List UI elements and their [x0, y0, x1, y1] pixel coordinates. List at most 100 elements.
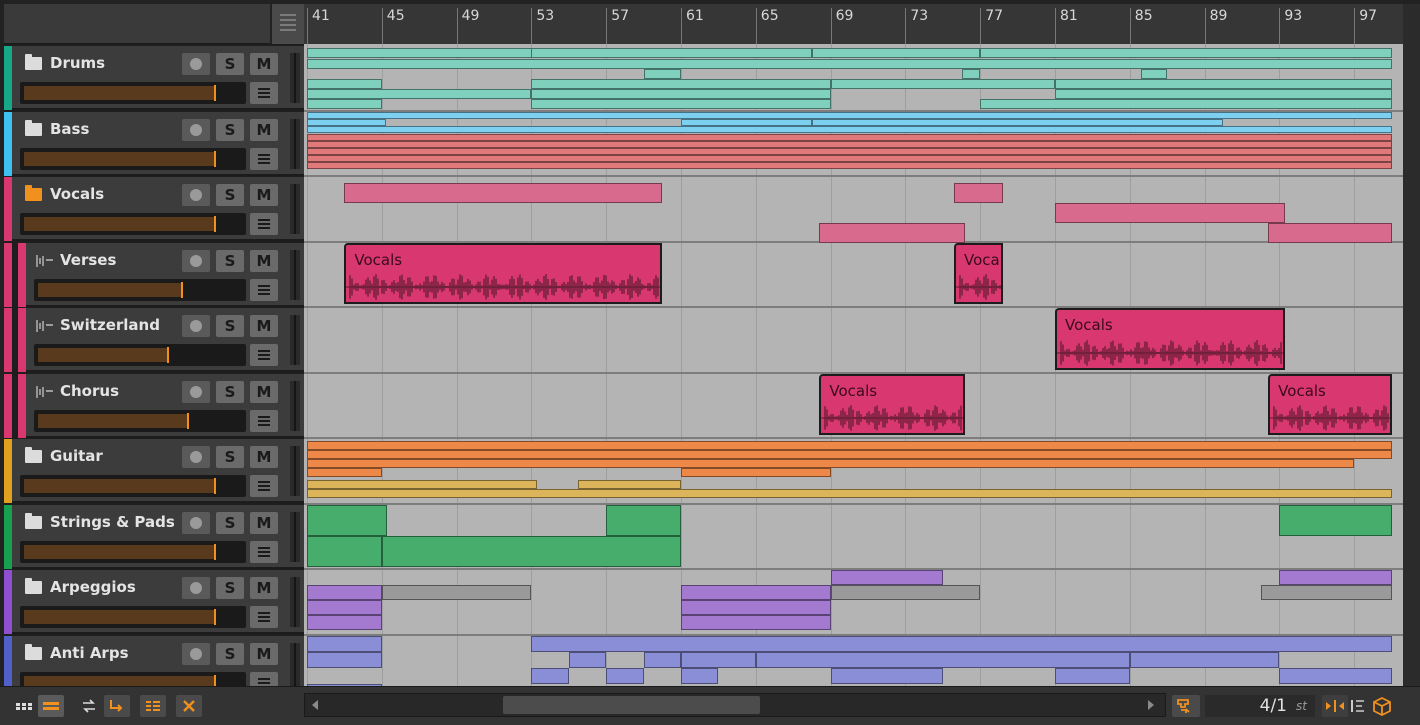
mute-button[interactable]: M [250, 249, 278, 272]
track-header-drums[interactable]: Drums S M [4, 46, 304, 110]
follow-button[interactable] [104, 695, 130, 717]
note-clip[interactable] [307, 585, 382, 600]
solo-button[interactable]: S [216, 642, 244, 665]
note-clip[interactable] [307, 458, 1355, 468]
note-clip[interactable] [307, 479, 537, 489]
track-header-verses[interactable]: Verses S M [4, 242, 304, 307]
note-clip[interactable] [307, 535, 382, 567]
folder-icon[interactable] [25, 447, 42, 463]
note-clip[interactable] [307, 140, 1392, 148]
track-menu-button[interactable] [250, 344, 278, 366]
mute-button[interactable]: M [250, 380, 278, 403]
note-clip[interactable] [307, 118, 386, 126]
mute-button[interactable]: M [250, 577, 278, 599]
note-clip[interactable] [755, 651, 1130, 668]
scroll-left-icon[interactable] [309, 694, 321, 716]
note-clip[interactable] [830, 79, 1055, 89]
note-clip[interactable] [681, 585, 831, 600]
solo-button[interactable]: S [216, 53, 244, 75]
note-clip[interactable] [531, 48, 812, 58]
bar-number-81[interactable]: 81 [1055, 8, 1078, 44]
note-clip[interactable] [811, 48, 981, 58]
horizontal-scrollbar[interactable] [304, 693, 1166, 717]
note-clip[interactable] [307, 79, 382, 89]
note-clip[interactable] [1279, 504, 1392, 536]
record-arm-button[interactable] [182, 118, 210, 141]
note-clip[interactable] [531, 99, 831, 109]
record-arm-button[interactable] [182, 511, 210, 534]
volume-handle[interactable] [213, 85, 216, 101]
arrangement-area[interactable]: Vocals Voca Vocals Vocals Vocals [304, 44, 1403, 686]
volume-slider[interactable] [20, 213, 246, 235]
note-clip[interactable] [980, 48, 1392, 58]
audio-clip[interactable]: Vocals [1268, 373, 1392, 435]
audio-waveform-icon[interactable] [36, 385, 54, 399]
note-clip[interactable] [961, 69, 981, 79]
solo-button[interactable]: S [216, 118, 244, 141]
note-clip[interactable] [307, 125, 1392, 133]
bar-number-97[interactable]: 97 [1354, 8, 1377, 44]
track-header-switzerland[interactable]: Switzerland S M [4, 308, 304, 372]
arranger-menu-button[interactable] [272, 4, 304, 44]
note-clip[interactable] [1055, 89, 1392, 99]
grid-view-button[interactable] [14, 695, 34, 717]
note-clip[interactable] [1141, 69, 1168, 79]
track-name[interactable]: Switzerland [60, 316, 160, 334]
track-header-strings-pads[interactable]: Strings & Pads S M [4, 504, 304, 569]
device-panel-button[interactable] [1370, 695, 1394, 717]
note-clip[interactable] [1055, 203, 1285, 223]
track-header-chorus[interactable]: Chorus S M [4, 373, 304, 438]
bar-number-85[interactable]: 85 [1129, 8, 1153, 44]
note-clip[interactable] [1055, 79, 1392, 89]
track-name[interactable]: Strings & Pads [50, 513, 175, 531]
folder-icon[interactable] [25, 54, 42, 70]
bar-number-61[interactable]: 61 [681, 8, 704, 44]
volume-slider[interactable] [34, 409, 246, 432]
volume-slider[interactable] [34, 344, 246, 366]
track-menu-button[interactable] [250, 671, 278, 686]
track-name[interactable]: Arpeggios [50, 578, 136, 596]
note-clip[interactable] [307, 467, 382, 477]
record-arm-button[interactable] [182, 53, 210, 75]
volume-handle[interactable] [213, 609, 216, 625]
bar-number-41[interactable]: 41 [307, 8, 330, 44]
audio-clip[interactable]: Vocals [344, 242, 663, 304]
solo-button[interactable]: S [216, 446, 244, 468]
solo-button[interactable]: S [216, 577, 244, 599]
note-clip[interactable] [307, 615, 382, 630]
volume-handle[interactable] [213, 216, 216, 232]
note-clip[interactable] [643, 651, 681, 668]
folder-icon[interactable] [25, 512, 42, 529]
bar-number-93[interactable]: 93 [1279, 8, 1302, 44]
volume-slider[interactable] [20, 82, 246, 104]
note-clip[interactable] [578, 479, 681, 489]
bar-number-73[interactable]: 73 [905, 8, 928, 44]
folder-icon[interactable] [25, 119, 42, 136]
note-clip[interactable] [568, 651, 607, 668]
note-clip[interactable] [830, 585, 981, 600]
volume-slider[interactable] [20, 606, 246, 628]
note-clip[interactable] [531, 667, 569, 684]
note-clip[interactable] [307, 635, 382, 652]
note-clip[interactable] [307, 440, 1392, 450]
volume-slider[interactable] [20, 475, 246, 497]
note-clip[interactable] [307, 504, 388, 536]
volume-handle[interactable] [213, 674, 216, 686]
note-clip[interactable] [819, 223, 966, 243]
timeline-ruler[interactable]: 41 45 49 53 57 61 65 69 73 77 81 85 89 93 97 [304, 4, 1403, 44]
note-clip[interactable] [1279, 570, 1392, 585]
note-clip[interactable] [307, 651, 382, 668]
audio-waveform-icon[interactable] [36, 319, 54, 333]
audio-clip[interactable]: Vocals [819, 373, 966, 435]
scroll-right-icon[interactable] [1145, 694, 1157, 716]
note-clip[interactable] [980, 99, 1392, 109]
track-menu-button[interactable] [250, 82, 278, 104]
note-clip[interactable] [681, 600, 831, 615]
note-clip[interactable] [1260, 585, 1392, 600]
note-clip[interactable] [307, 488, 1392, 498]
note-clip[interactable] [1268, 223, 1392, 243]
record-arm-button[interactable] [182, 249, 210, 272]
record-arm-button[interactable] [182, 380, 210, 403]
note-clip[interactable] [307, 133, 1392, 141]
record-arm-button[interactable] [182, 184, 210, 206]
